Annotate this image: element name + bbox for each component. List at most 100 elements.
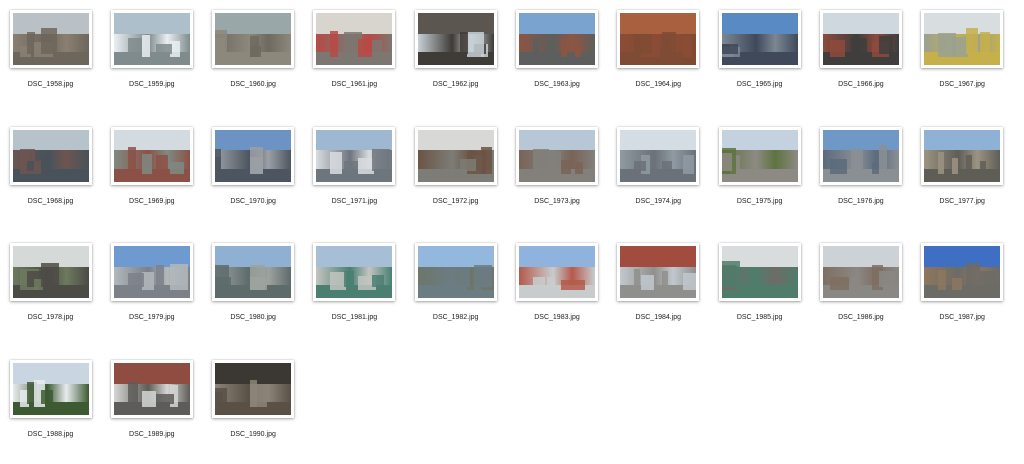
photo-thumbnail[interactable] [718,10,801,68]
photo-thumbnail[interactable] [516,243,598,302]
file-item[interactable]: DSC_1959.jpg [101,2,202,114]
photo-thumbnail[interactable] [110,243,193,302]
photo-thumbnail[interactable] [414,126,497,185]
photo-preview-icon [12,13,89,65]
photo-preview-icon [721,246,798,299]
photo-thumbnail[interactable] [212,243,295,302]
file-item[interactable]: DSC_1982.jpg [405,235,506,347]
file-name-label: DSC_1968.jpg [27,197,74,205]
photo-thumbnail[interactable] [414,243,497,302]
photo-thumbnail[interactable] [313,126,396,185]
file-item[interactable]: DSC_1958.jpg [0,2,101,114]
photo-thumbnail[interactable] [9,10,92,68]
photo-thumbnail[interactable] [110,360,193,419]
photo-preview-icon [215,13,292,65]
photo-thumbnail[interactable] [110,126,193,185]
file-name-label: DSC_1979.jpg [129,314,175,322]
file-item[interactable]: DSC_1986.jpg [810,235,911,347]
file-item[interactable]: DSC_1984.jpg [608,235,709,347]
file-item[interactable]: DSC_1961.jpg [304,2,405,114]
file-name-label: DSC_1967.jpg [939,81,985,88]
file-item[interactable]: DSC_1966.jpg [810,2,911,114]
photo-preview-icon [113,363,190,416]
photo-thumbnail[interactable] [516,10,598,68]
photo-preview-icon [721,13,798,65]
photo-thumbnail[interactable] [414,10,497,68]
file-item[interactable]: DSC_1990.jpg [203,352,304,464]
file-item[interactable]: DSC_1980.jpg [203,235,304,347]
file-item[interactable]: DSC_1970.jpg [203,119,304,231]
file-item[interactable]: DSC_1976.jpg [810,119,911,231]
file-name-label: DSC_1990.jpg [230,431,276,439]
photo-preview-icon [822,129,899,182]
file-item[interactable]: DSC_1971.jpg [304,119,405,231]
photo-thumbnail[interactable] [921,126,1004,185]
photo-thumbnail[interactable] [819,243,902,302]
photo-thumbnail[interactable] [110,10,193,68]
file-item[interactable]: DSC_1985.jpg [709,235,810,347]
file-item[interactable]: DSC_1964.jpg [608,2,709,114]
photo-thumbnail[interactable] [9,243,92,302]
file-item[interactable]: DSC_1973.jpg [507,119,608,231]
file-name-label: DSC_1974.jpg [635,197,682,205]
file-name-label: DSC_1988.jpg [27,431,74,439]
file-name-label: DSC_1965.jpg [736,81,783,88]
file-item[interactable]: DSC_1962.jpg [405,2,506,114]
file-item[interactable]: DSC_1963.jpg [507,2,608,114]
photo-thumbnail[interactable] [617,126,700,185]
photo-preview-icon [316,129,393,182]
photo-preview-icon [215,129,292,182]
photo-thumbnail[interactable] [718,126,801,185]
photo-thumbnail[interactable] [212,360,295,419]
photo-thumbnail[interactable] [921,243,1004,302]
photo-thumbnail[interactable] [617,10,700,68]
photo-thumbnail[interactable] [313,243,396,302]
photo-thumbnail[interactable] [617,243,700,302]
file-item[interactable]: DSC_1960.jpg [203,2,304,114]
photo-thumbnail[interactable] [212,10,295,68]
photo-thumbnail[interactable] [921,10,1004,68]
photo-thumbnail[interactable] [819,126,902,185]
file-item[interactable]: DSC_1988.jpg [0,352,101,464]
photo-thumbnail[interactable] [313,10,396,68]
photo-preview-icon [113,13,190,65]
file-name-label: DSC_1981.jpg [331,314,378,322]
photo-preview-icon [822,13,899,65]
photo-thumbnail[interactable] [718,243,801,302]
photo-thumbnail[interactable] [9,126,92,185]
file-icon-grid: DSC_1958.jpg DSC_1959.jpg DSC_1960.jpg DSC_… [0,0,1024,453]
photo-thumbnail[interactable] [819,10,902,68]
photo-preview-icon [721,129,798,182]
file-item[interactable]: DSC_1979.jpg [101,235,202,347]
file-item[interactable]: DSC_1978.jpg [0,235,101,347]
photo-preview-icon [519,13,595,65]
file-item[interactable]: DSC_1968.jpg [0,119,101,231]
photo-preview-icon [417,246,494,299]
file-name-label: DSC_1984.jpg [635,314,682,322]
photo-preview-icon [519,129,595,182]
file-item[interactable]: DSC_1967.jpg [912,2,1013,114]
photo-preview-icon [316,13,393,65]
file-item[interactable]: DSC_1965.jpg [709,2,810,114]
file-item[interactable]: DSC_1974.jpg [608,119,709,231]
photo-thumbnail[interactable] [212,126,295,185]
photo-thumbnail[interactable] [516,126,598,185]
file-name-label: DSC_1972.jpg [432,197,479,205]
file-item[interactable]: DSC_1969.jpg [101,119,202,231]
photo-thumbnail[interactable] [9,360,92,419]
photo-preview-icon [620,246,697,299]
file-name-label: DSC_1985.jpg [736,314,783,322]
file-name-label: DSC_1960.jpg [230,81,276,88]
file-name-label: DSC_1959.jpg [129,81,175,88]
file-item[interactable]: DSC_1977.jpg [912,119,1013,231]
file-name-label: DSC_1964.jpg [635,81,682,88]
photo-preview-icon [417,13,494,65]
file-item[interactable]: DSC_1983.jpg [507,235,608,347]
file-item[interactable]: DSC_1981.jpg [304,235,405,347]
file-item[interactable]: DSC_1972.jpg [405,119,506,231]
file-name-label: DSC_1958.jpg [27,81,74,88]
file-name-label: DSC_1980.jpg [230,314,276,322]
file-item[interactable]: DSC_1987.jpg [912,235,1013,347]
file-item[interactable]: DSC_1989.jpg [101,352,202,464]
file-item[interactable]: DSC_1975.jpg [709,119,810,231]
